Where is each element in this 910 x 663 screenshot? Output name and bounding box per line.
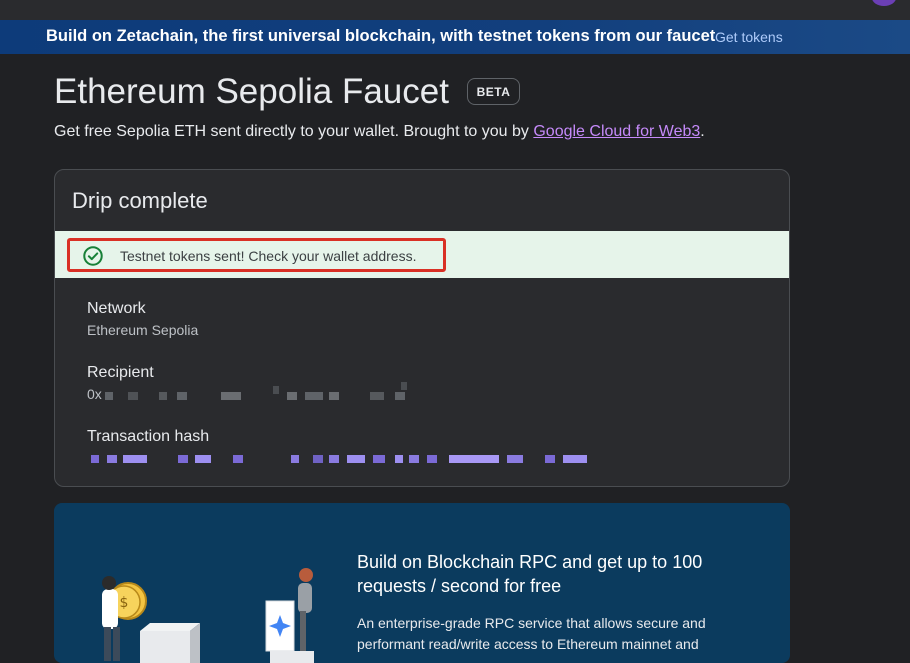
drip-title: Drip complete [72,188,208,213]
success-message: Testnet tokens sent! Check your wallet a… [120,248,417,264]
recipient-prefix: 0x [87,386,102,402]
success-alert: Testnet tokens sent! Check your wallet a… [55,231,789,278]
promo-banner: Build on Zetachain, the first universal … [0,20,910,54]
recipient-label: Recipient [87,364,154,381]
subtitle-suffix: . [700,123,705,140]
google-cloud-web3-link[interactable]: Google Cloud for Web3 [533,123,700,140]
transaction-hash-label: Transaction hash [87,428,210,445]
promo-body: An enterprise-grade RPC service that all… [357,615,706,652]
page-title: Ethereum Sepolia Faucet [54,72,449,111]
network-value: Ethereum Sepolia [87,322,199,338]
success-highlight-box: Testnet tokens sent! Check your wallet a… [67,238,446,272]
banner-text: Build on Zetachain, the first universal … [46,27,716,45]
recipient-value: 0x [87,386,102,402]
people-coin-illustration: $ [102,576,200,663]
avatar[interactable] [872,0,896,6]
drip-result-card: Drip complete Testnet tokens sent! Check… [54,169,790,487]
check-circle-icon [83,246,103,266]
page-subtitle: Get free Sepolia ETH sent directly to yo… [54,123,705,141]
subtitle-text: Get free Sepolia ETH sent directly to yo… [54,123,534,140]
browser-top-strip [0,0,910,20]
person-document-illustration [265,568,314,663]
blockchain-rpc-promo: $ Build on Blockchain RPC and get up to … [54,503,790,663]
get-tokens-link[interactable]: Get tokens [715,29,783,45]
beta-badge: BETA [467,78,520,105]
promo-title: Build on Blockchain RPC and get up to 10… [357,552,703,596]
network-label: Network [87,300,146,317]
svg-text:$: $ [120,595,129,611]
